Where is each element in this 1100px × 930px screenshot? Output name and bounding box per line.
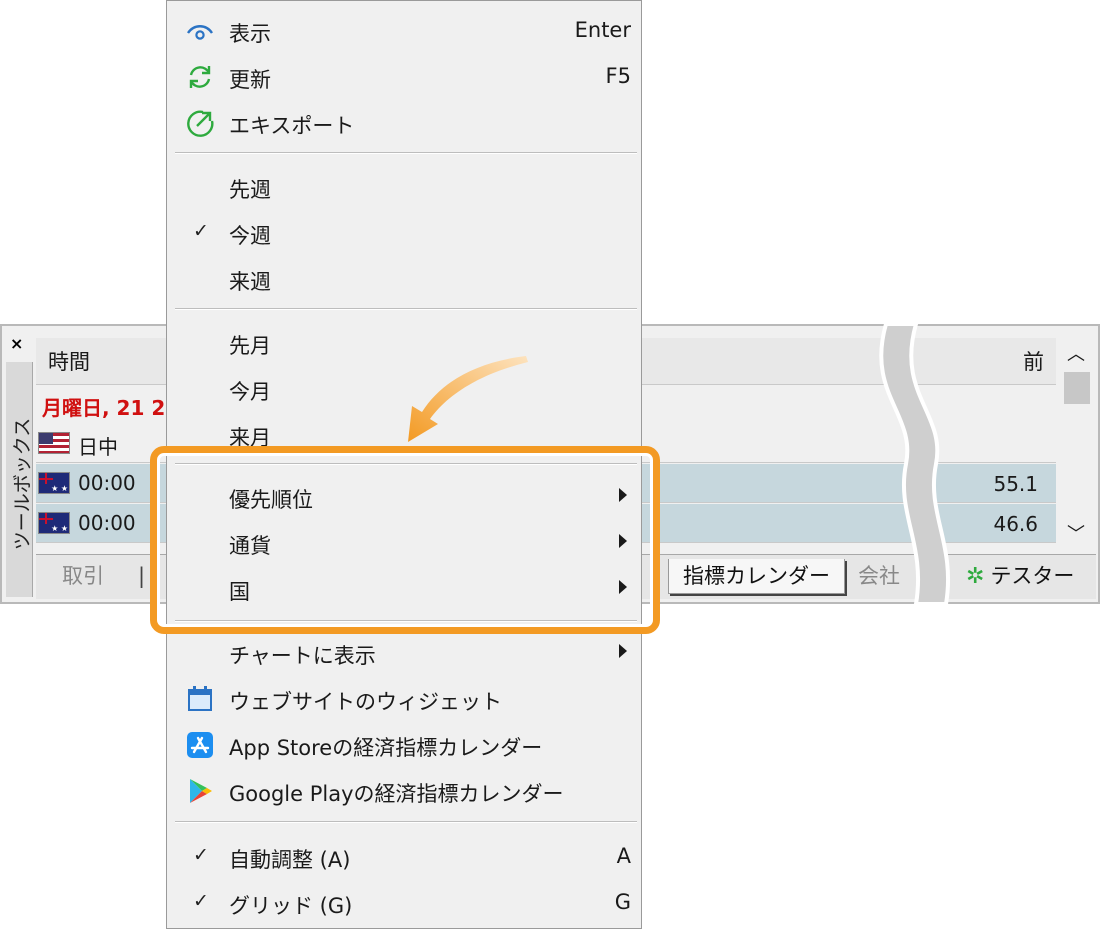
- refresh-icon: [189, 66, 211, 88]
- menu-shortcut: A: [616, 844, 631, 868]
- menu-item-this-week[interactable]: ✓ 今週: [167, 211, 641, 257]
- row-time: 00:00: [78, 511, 136, 535]
- menu-item-google-play[interactable]: Google Playの経済指標カレンダー: [167, 769, 641, 815]
- menu-label: 自動調整 (A): [229, 848, 351, 872]
- check-icon: ✓: [193, 220, 209, 242]
- menu-label: 表示: [229, 22, 271, 46]
- menu-item-refresh[interactable]: 更新 F5: [167, 55, 641, 101]
- menu-label: App Storeの経済指標カレンダー: [229, 736, 543, 760]
- menu-shortcut: G: [614, 890, 631, 914]
- wavy-break-marker: [879, 324, 951, 604]
- menu-label: 更新: [229, 68, 271, 92]
- menu-item-last-week[interactable]: 先週: [167, 165, 641, 211]
- toolbox-side-tab[interactable]: ツールボックス: [6, 362, 34, 597]
- menu-label: 先月: [229, 334, 271, 358]
- check-icon: ✓: [193, 844, 209, 866]
- menu-item-website-widget[interactable]: ウェブサイトのウィジェット: [167, 677, 641, 723]
- row-previous-value: 46.6: [993, 512, 1038, 536]
- eye-icon: [187, 25, 213, 40]
- menu-label: 今月: [229, 380, 271, 404]
- menu-item-auto-arrange[interactable]: ✓ 自動調整 (A) A: [167, 835, 641, 881]
- menu-item-show-on-chart[interactable]: チャートに表示: [167, 631, 641, 677]
- menu-label: 先週: [229, 178, 271, 202]
- app-store-icon: [187, 732, 213, 758]
- australia-flag-icon: [38, 512, 70, 534]
- us-flag-icon: [38, 432, 70, 454]
- tab-tester-label: テスター: [990, 564, 1075, 588]
- submenu-arrow-icon: [619, 644, 627, 658]
- scroll-down-icon[interactable]: ﹀: [1067, 520, 1085, 546]
- menu-label: Google Playの経済指標カレンダー: [229, 782, 564, 806]
- row-previous-value: 55.1: [993, 472, 1038, 496]
- menu-label: チャートに表示: [229, 644, 376, 668]
- check-icon: ✓: [193, 890, 209, 912]
- australia-flag-icon: [38, 472, 70, 494]
- row-time: 00:00: [78, 471, 136, 495]
- column-header-previous[interactable]: 前: [1023, 346, 1044, 376]
- menu-separator: [175, 308, 637, 310]
- column-header-time[interactable]: 時間: [48, 346, 90, 376]
- menu-item-view[interactable]: 表示 Enter: [167, 9, 641, 55]
- calendar-icon: [188, 686, 212, 711]
- menu-item-next-week[interactable]: 来週: [167, 257, 641, 303]
- menu-item-grid[interactable]: ✓ グリッド (G) G: [167, 881, 641, 927]
- menu-separator: [175, 152, 637, 154]
- tab-tester[interactable]: ✲ テスター: [952, 559, 1088, 593]
- menu-item-app-store[interactable]: App Storeの経済指標カレンダー: [167, 723, 641, 769]
- menu-separator: [175, 821, 637, 823]
- scroll-thumb[interactable]: [1064, 372, 1090, 404]
- menu-item-export[interactable]: エキスポート: [167, 101, 641, 147]
- menu-label: グリッド (G): [229, 894, 353, 918]
- row-time: 日中: [78, 435, 118, 459]
- toolbox-close-button[interactable]: ×: [10, 334, 23, 353]
- scroll-up-icon[interactable]: ︿: [1067, 340, 1085, 366]
- menu-label: 今週: [229, 224, 271, 248]
- menu-label: エキスポート: [229, 114, 355, 138]
- menu-shortcut: F5: [605, 64, 631, 88]
- menu-label: 来週: [229, 270, 271, 294]
- export-icon: [187, 110, 214, 137]
- tab-economic-calendar[interactable]: 指標カレンダー: [668, 559, 845, 594]
- menu-label: ウェブサイトのウィジェット: [229, 690, 502, 714]
- callout-arrow: [408, 356, 528, 442]
- toolbox-side-label: ツールボックス: [11, 417, 34, 551]
- date-group-row: 月曜日, 21 2: [42, 396, 166, 420]
- google-play-icon: [190, 779, 212, 803]
- vertical-scrollbar[interactable]: ︿ ﹀: [1062, 338, 1092, 548]
- highlight-frame: [150, 446, 660, 634]
- menu-shortcut: Enter: [574, 18, 631, 42]
- tab-trade[interactable]: 取引: [48, 559, 118, 593]
- tester-gear-icon: ✲: [966, 564, 985, 589]
